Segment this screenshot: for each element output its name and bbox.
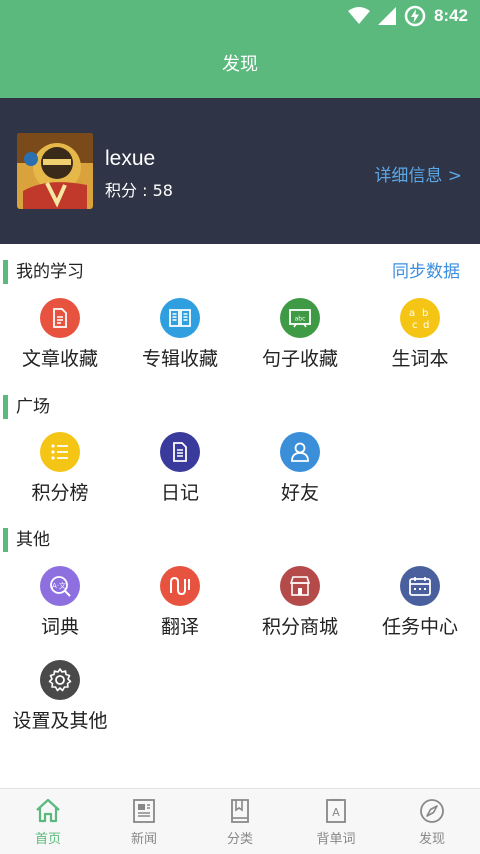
section-accent-bar xyxy=(3,260,8,284)
calendar-icon xyxy=(400,566,440,606)
svg-text:A: A xyxy=(332,806,340,819)
abcd-icon: abcd xyxy=(400,298,440,338)
section-accent-bar xyxy=(3,528,8,552)
news-icon xyxy=(133,799,155,823)
grid-item-label: 日记 xyxy=(160,482,199,504)
dictionary-search-icon: A·文 xyxy=(40,566,80,606)
shop-icon xyxy=(280,566,320,606)
wifi-icon xyxy=(347,7,370,24)
battery-charging-icon xyxy=(404,5,426,27)
bottom-nav: 首页 新闻 分类 A 背单词 发现 xyxy=(0,788,480,854)
section-header-study: 我的学习 同步数据 xyxy=(0,257,480,287)
status-bar: 8:42 xyxy=(0,0,480,32)
clock-time: 8:42 xyxy=(433,6,468,25)
nav-tab-label: 发现 xyxy=(418,832,445,847)
signal-icon xyxy=(377,7,396,25)
nav-tab-label: 新闻 xyxy=(130,832,157,847)
points-value: 积分 : 58 xyxy=(105,181,173,200)
detail-info-link[interactable]: 详细信息 > xyxy=(374,161,462,186)
nav-tab-label: 分类 xyxy=(226,832,253,847)
svg-text:a: a xyxy=(409,308,415,319)
svg-text:b: b xyxy=(422,308,428,319)
grid-item-label: 词典 xyxy=(40,616,79,638)
grid-item-label: 生词本 xyxy=(391,348,449,370)
grid-item-label: 积分商城 xyxy=(261,616,338,638)
blackboard-icon: abc xyxy=(280,298,320,338)
word-card-icon: A xyxy=(326,799,346,823)
nav-tab-label: 背单词 xyxy=(316,832,356,847)
home-icon xyxy=(36,798,60,823)
grid-item-label: 积分榜 xyxy=(31,482,89,504)
nav-tab-news[interactable]: 新闻 xyxy=(96,789,192,854)
page-title: 发现 xyxy=(222,54,258,75)
svg-text:A·文: A·文 xyxy=(52,581,66,590)
grid-item-label: 句子收藏 xyxy=(261,348,338,370)
grid-item-task-center[interactable]: 任务中心 xyxy=(360,566,480,646)
grid-item-sentence-favorites[interactable]: abc 句子收藏 xyxy=(240,298,360,378)
list-icon xyxy=(40,432,80,472)
grid-item-album-favorites[interactable]: 专辑收藏 xyxy=(120,298,240,378)
article-icon xyxy=(40,298,80,338)
avatar[interactable] xyxy=(17,133,93,209)
grid-item-diary[interactable]: 日记 xyxy=(120,432,240,512)
nav-tab-words[interactable]: A 背单词 xyxy=(288,789,384,854)
svg-text:abc: abc xyxy=(295,316,306,323)
grid-item-label: 文章收藏 xyxy=(21,348,98,370)
album-book-icon xyxy=(160,298,200,338)
section-header-square: 广场 xyxy=(0,392,480,422)
grid-item-vocabulary-book[interactable]: abcd 生词本 xyxy=(360,298,480,378)
person-icon xyxy=(280,432,320,472)
section-header-other: 其他 xyxy=(0,525,480,555)
section-title: 广场 xyxy=(16,397,50,417)
grid-item-label: 设置及其他 xyxy=(12,710,108,732)
grid-item-friends[interactable]: 好友 xyxy=(240,432,360,512)
nav-tab-home[interactable]: 首页 xyxy=(0,789,96,854)
nav-tab-category[interactable]: 分类 xyxy=(192,789,288,854)
grid-item-leaderboard[interactable]: 积分榜 xyxy=(0,432,120,512)
svg-text:d: d xyxy=(423,320,429,330)
grid-item-label: 好友 xyxy=(280,482,319,504)
section-accent-bar xyxy=(3,395,8,419)
translate-wave-icon xyxy=(160,566,200,606)
nav-tab-discover[interactable]: 发现 xyxy=(384,789,480,854)
app-bar: 发现 xyxy=(0,32,480,98)
username: lexue xyxy=(105,147,156,170)
section-title: 其他 xyxy=(16,530,50,550)
nav-tab-label: 首页 xyxy=(34,832,61,847)
grid-item-label: 翻译 xyxy=(160,616,199,638)
grid-item-dictionary[interactable]: A·文 词典 xyxy=(0,566,120,646)
grid-item-points-mall[interactable]: 积分商城 xyxy=(240,566,360,646)
section-title: 我的学习 xyxy=(16,262,84,282)
grid-item-label: 专辑收藏 xyxy=(141,348,218,370)
grid-item-translate[interactable]: 翻译 xyxy=(120,566,240,646)
svg-text:c: c xyxy=(412,320,418,330)
diary-icon xyxy=(160,432,200,472)
grid-item-label: 任务中心 xyxy=(381,616,458,638)
gear-icon xyxy=(40,660,80,700)
compass-icon xyxy=(420,799,444,823)
grid-item-article-favorites[interactable]: 文章收藏 xyxy=(0,298,120,378)
sync-data-button[interactable]: 同步数据 xyxy=(392,259,460,285)
profile-card[interactable]: lexue 积分 : 58 详细信息 > xyxy=(0,98,480,244)
category-book-icon xyxy=(231,799,249,823)
grid-item-settings[interactable]: 设置及其他 xyxy=(0,660,120,740)
